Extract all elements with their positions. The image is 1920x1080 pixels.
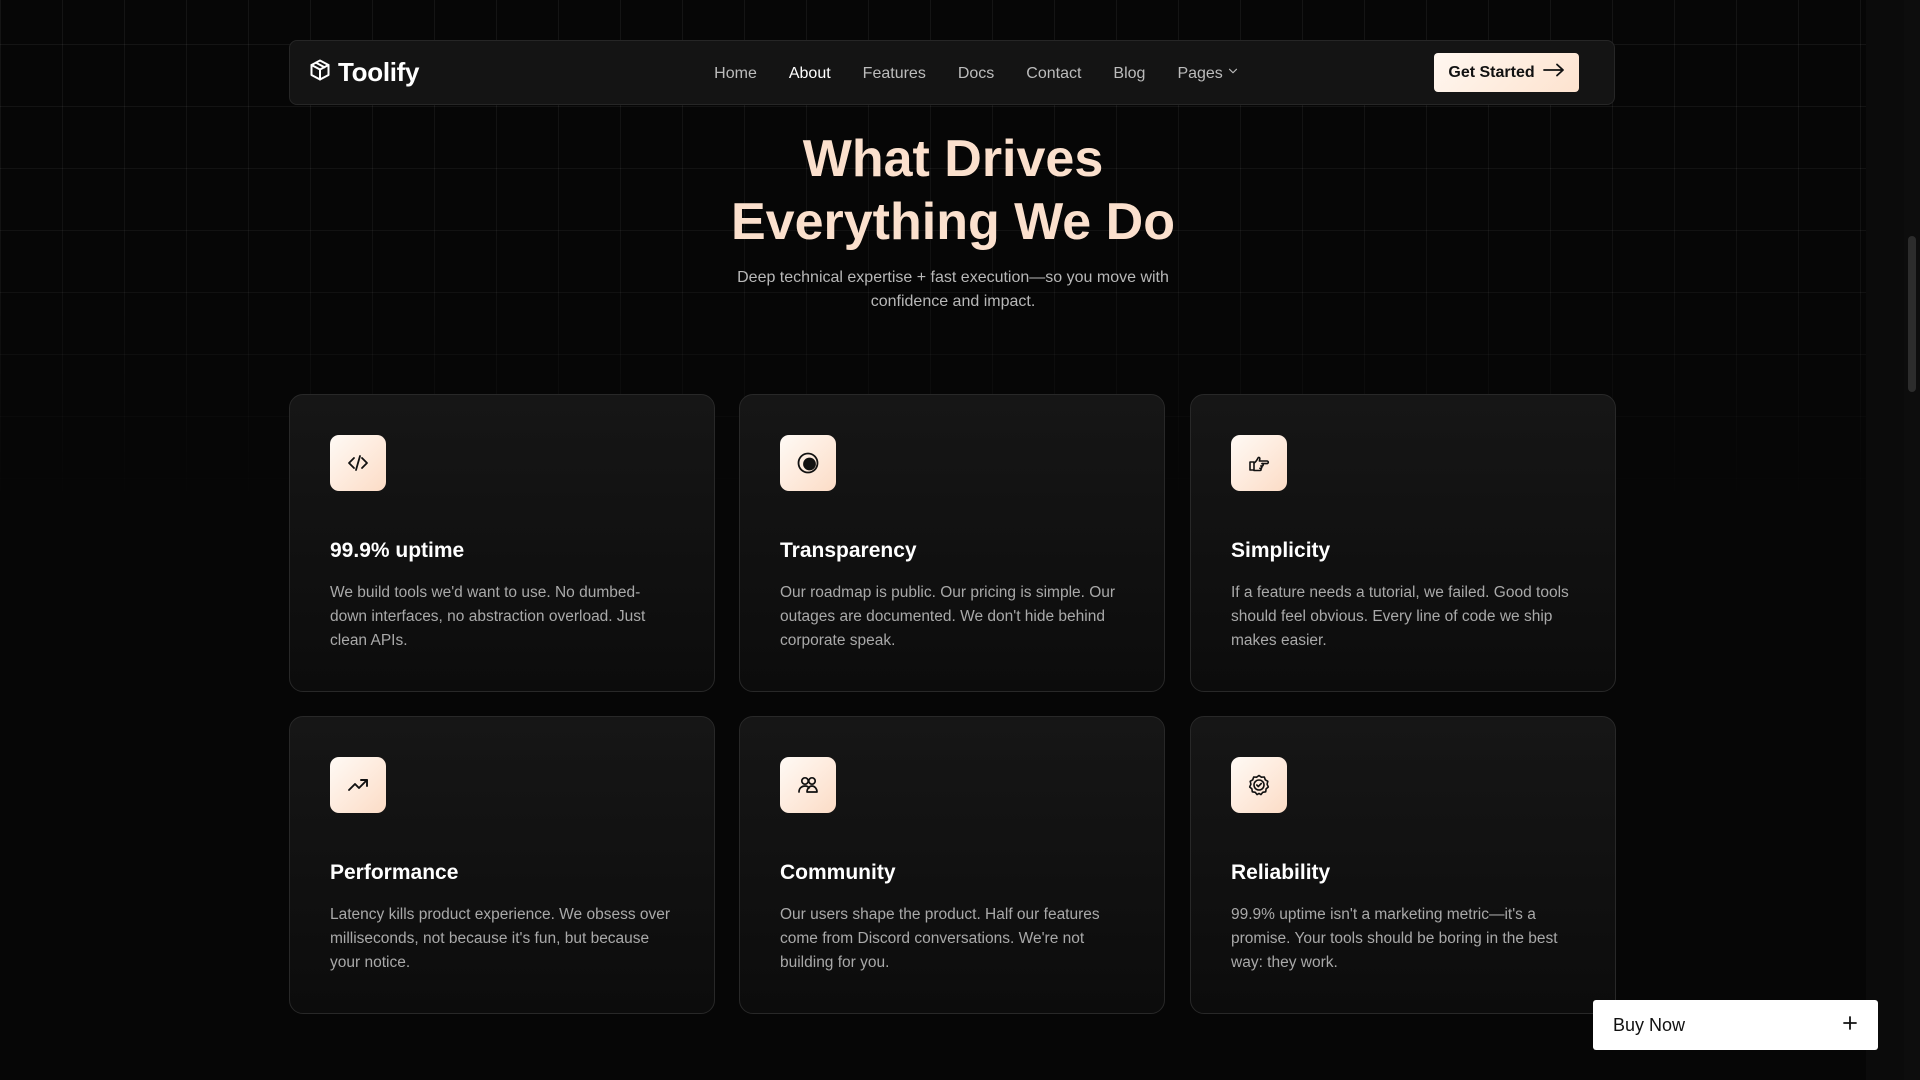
hero-title: What Drives Everything We Do (0, 128, 1906, 254)
plus-icon (1842, 1015, 1858, 1036)
card-title: Simplicity (1231, 539, 1331, 562)
cube-icon (308, 58, 332, 87)
hero-subtitle: Deep technical expertise + fast executio… (737, 269, 1169, 310)
arrow-right-icon (1542, 63, 1565, 82)
value-card-performance: Performance Latency kills product experi… (289, 716, 715, 1014)
scrollbar-thumb[interactable] (1908, 236, 1916, 392)
navbar: Toolify Home About Features Docs Contact… (289, 40, 1615, 105)
card-description: If a feature needs a tutorial, we failed… (1231, 584, 1569, 649)
hero-title-line1: What Drives (802, 130, 1104, 188)
card-title: Community (780, 861, 896, 884)
card-description: We build tools we'd want to use. No dumb… (330, 584, 646, 649)
nav-pages-dropdown[interactable]: Pages (1177, 64, 1239, 83)
value-card-simplicity: Simplicity If a feature needs a tutorial… (1190, 394, 1616, 692)
nav-link-features[interactable]: Features (863, 65, 926, 83)
card-description: Latency kills product experience. We obs… (330, 906, 671, 971)
get-started-button[interactable]: Get Started (1434, 53, 1579, 92)
value-card-uptime: 99.9% uptime We build tools we'd want to… (289, 394, 715, 692)
card-title: 99.9% uptime (330, 539, 465, 562)
get-started-label: Get Started (1448, 63, 1535, 81)
brand-name: Toolify (338, 57, 420, 87)
nav-link-docs[interactable]: Docs (958, 65, 994, 83)
nav-link-home[interactable]: Home (714, 65, 757, 83)
card-title: Reliability (1231, 861, 1331, 884)
aperture-icon (780, 435, 836, 491)
users-icon (780, 757, 836, 813)
brand-logo[interactable]: Toolify (308, 57, 419, 88)
main-nav: Home About Features Docs Contact Blog Pa… (290, 41, 1614, 106)
card-description: Our roadmap is public. Our pricing is si… (780, 584, 1116, 649)
value-card-community: Community Our users shape the product. H… (739, 716, 1165, 1014)
nav-link-blog[interactable]: Blog (1113, 65, 1145, 83)
buy-now-button[interactable]: Buy Now (1593, 1000, 1878, 1050)
nav-pages-label: Pages (1177, 64, 1223, 82)
scrollbar-track[interactable] (1904, 0, 1920, 1080)
badge-check-icon (1231, 757, 1287, 813)
card-title: Performance (330, 861, 459, 884)
card-description: 99.9% uptime isn't a marketing metric—it… (1231, 906, 1558, 971)
card-description: Our users shape the product. Half our fe… (780, 906, 1100, 971)
buy-now-label: Buy Now (1613, 1014, 1686, 1035)
card-title: Transparency (780, 539, 917, 562)
nav-link-about[interactable]: About (789, 65, 831, 83)
nav-link-contact[interactable]: Contact (1026, 65, 1081, 83)
chevron-down-icon (1226, 64, 1240, 83)
value-card-transparency: Transparency Our roadmap is public. Our … (739, 394, 1165, 692)
code-icon (330, 435, 386, 491)
value-card-reliability: Reliability 99.9% uptime isn't a marketi… (1190, 716, 1616, 1014)
pointing-hand-icon (1231, 435, 1287, 491)
hero-title-line2: Everything We Do (730, 193, 1175, 251)
trending-up-icon (330, 757, 386, 813)
